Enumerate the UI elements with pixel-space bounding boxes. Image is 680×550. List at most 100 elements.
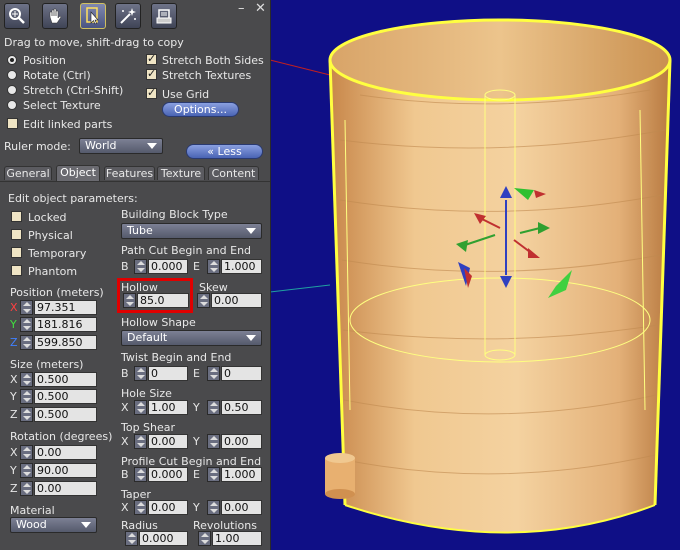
select-texture-radio[interactable] [7, 100, 17, 110]
top-shear-x-spinner[interactable] [134, 434, 147, 449]
size-z-spinner[interactable] [20, 407, 33, 422]
edit-pointer-tool-icon[interactable] [80, 3, 106, 29]
tab-general[interactable]: General [4, 166, 52, 180]
physical-checkbox[interactable] [11, 229, 22, 240]
profile-cut-e-spinner[interactable] [207, 467, 220, 482]
path-cut-b-label: B [121, 260, 129, 273]
stretch-both-sides-checkbox[interactable] [146, 52, 157, 65]
tab-content[interactable]: Content [208, 166, 259, 180]
building-block-dropdown[interactable]: Tube [121, 223, 262, 239]
tab-object[interactable]: Object [56, 165, 100, 181]
path-cut-e-field[interactable]: 1.000 [221, 259, 262, 274]
position-z-spinner[interactable] [20, 335, 33, 350]
size-x-axis-label: X [10, 373, 18, 386]
radius-spinner[interactable] [125, 531, 138, 546]
taper-y-field[interactable]: 0.00 [221, 500, 262, 515]
options-button[interactable]: Options... [162, 102, 239, 117]
rotation-y-spinner[interactable] [20, 463, 33, 478]
ruler-mode-value: World [85, 139, 117, 152]
less-button[interactable]: « Less [186, 144, 263, 159]
profile-cut-b-spinner[interactable] [134, 467, 147, 482]
stretch-radio[interactable] [7, 85, 17, 95]
select-texture-radio-label: Select Texture [23, 99, 101, 112]
profile-cut-e-field[interactable]: 1.000 [221, 467, 262, 482]
edit-object-heading: Edit object parameters: [8, 192, 138, 205]
size-x-spinner[interactable] [20, 372, 33, 387]
material-dropdown[interactable]: Wood [10, 517, 97, 533]
hole-size-x-spinner[interactable] [134, 400, 147, 415]
twist-b-spinner[interactable] [134, 366, 147, 381]
revolutions-spinner[interactable] [198, 531, 211, 546]
rotation-z-spinner[interactable] [20, 481, 33, 496]
position-radio-label: Position [23, 54, 66, 67]
ruler-mode-dropdown[interactable]: World [79, 138, 163, 154]
rotation-x-spinner[interactable] [20, 445, 33, 460]
use-grid-label: Use Grid [162, 88, 210, 101]
twist-b-label: B [121, 367, 129, 380]
create-wand-tool-icon[interactable] [115, 3, 141, 29]
taper-x-field[interactable]: 0.00 [148, 500, 188, 515]
hole-size-x-field[interactable]: 1.00 [148, 400, 188, 415]
skew-field[interactable]: 0.00 [211, 293, 262, 308]
close-button[interactable]: ✕ [255, 2, 266, 15]
use-grid-checkbox[interactable] [146, 86, 157, 99]
rotation-x-field[interactable]: 0.00 [34, 445, 97, 460]
top-shear-y-field[interactable]: 0.00 [221, 434, 262, 449]
top-shear-x-field[interactable]: 0.00 [148, 434, 188, 449]
hollow-shape-dropdown[interactable]: Default [121, 330, 262, 346]
twist-b-field[interactable]: 0 [148, 366, 188, 381]
building-block-label: Building Block Type [121, 208, 228, 221]
rotation-z-axis-label: Z [10, 482, 18, 495]
hollow-highlight-annotation [117, 278, 193, 313]
profile-cut-b-field[interactable]: 0.000 [148, 467, 188, 482]
edit-linked-parts-checkbox[interactable] [7, 118, 18, 129]
top-shear-y-label: Y [193, 435, 200, 448]
rotate-radio[interactable] [7, 70, 17, 80]
hole-size-y-label: Y [193, 401, 200, 414]
size-y-field[interactable]: 0.500 [34, 389, 97, 404]
taper-x-spinner[interactable] [134, 500, 147, 515]
ruler-mode-label: Ruler mode: [4, 140, 71, 153]
position-x-field[interactable]: 97.351 [34, 300, 97, 315]
hand-grab-tool-icon[interactable] [42, 3, 68, 29]
path-cut-label: Path Cut Begin and End [121, 244, 252, 257]
hole-size-y-field[interactable]: 0.50 [221, 400, 262, 415]
size-y-spinner[interactable] [20, 389, 33, 404]
locked-label: Locked [28, 211, 67, 224]
phantom-label: Phantom [28, 265, 78, 278]
magnify-tool-icon[interactable] [4, 3, 30, 29]
twist-e-spinner[interactable] [207, 366, 220, 381]
locked-checkbox[interactable] [11, 211, 22, 222]
position-z-field[interactable]: 599.850 [34, 335, 97, 350]
skew-spinner[interactable] [197, 293, 210, 308]
tab-features[interactable]: Features [104, 166, 155, 180]
physical-label: Physical [28, 229, 73, 242]
position-y-spinner[interactable] [20, 317, 33, 332]
size-z-field[interactable]: 0.500 [34, 407, 97, 422]
top-shear-y-spinner[interactable] [207, 434, 220, 449]
hole-size-y-spinner[interactable] [207, 400, 220, 415]
revolutions-field[interactable]: 1.00 [212, 531, 262, 546]
taper-y-spinner[interactable] [207, 500, 220, 515]
size-x-field[interactable]: 0.500 [34, 372, 97, 387]
position-y-field[interactable]: 181.816 [34, 317, 97, 332]
land-tool-icon[interactable] [151, 3, 177, 29]
tab-divider [0, 181, 270, 182]
position-radio[interactable] [7, 55, 17, 65]
rotation-z-field[interactable]: 0.00 [34, 481, 97, 496]
twist-e-field[interactable]: 0 [221, 366, 262, 381]
position-x-spinner[interactable] [20, 300, 33, 315]
radius-field[interactable]: 0.000 [139, 531, 188, 546]
size-y-axis-label: Y [10, 390, 17, 403]
path-cut-b-spinner[interactable] [134, 259, 147, 274]
phantom-checkbox[interactable] [11, 265, 22, 276]
path-cut-b-field[interactable]: 0.000 [148, 259, 188, 274]
rotate-radio-label: Rotate (Ctrl) [23, 69, 91, 82]
temporary-checkbox[interactable] [11, 247, 22, 258]
minimize-button[interactable]: – [238, 2, 245, 15]
stretch-textures-checkbox[interactable] [146, 67, 157, 80]
rotation-y-field[interactable]: 90.00 [34, 463, 97, 478]
tab-texture[interactable]: Texture [157, 166, 205, 180]
position-x-axis-label: X [10, 301, 18, 314]
path-cut-e-spinner[interactable] [207, 259, 220, 274]
